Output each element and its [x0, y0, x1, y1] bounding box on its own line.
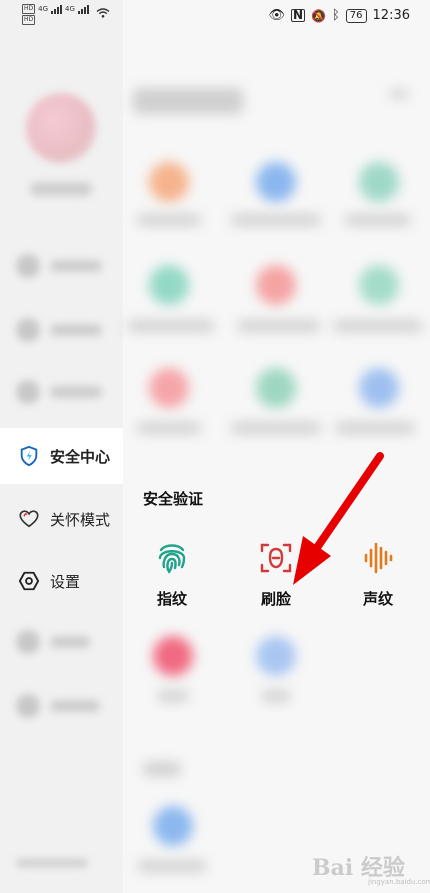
section-title: 安全验证	[143, 490, 204, 508]
grid-label-blurred	[237, 320, 321, 332]
main-panel: 安全验证 指纹 刷脸 声纹	[123, 0, 430, 893]
grid-icon-blurred[interactable]	[149, 265, 189, 305]
clock: 12:36	[372, 8, 410, 23]
network-type-1: 4G	[38, 5, 49, 13]
grid-icon-blurred[interactable]	[149, 368, 189, 408]
sidebar-item-security-center[interactable]: 安全中心	[0, 428, 123, 484]
grid-label-blurred	[231, 422, 321, 434]
grid-label-blurred	[137, 422, 201, 434]
face-scan-icon	[260, 543, 292, 573]
grid-icon-blurred[interactable]	[256, 162, 296, 202]
more-icon[interactable]	[389, 90, 409, 98]
sidebar-item-blurred[interactable]	[16, 318, 102, 342]
grid-label-blurred	[335, 422, 415, 434]
sidebar-item-blurred[interactable]	[16, 254, 102, 278]
sidebar-item-label: 安全中心	[50, 447, 111, 466]
grid-label-blurred	[157, 690, 189, 702]
avatar[interactable]	[26, 93, 96, 163]
bluetooth-icon: ᛒ	[331, 8, 340, 23]
grid-icon-blurred[interactable]	[359, 368, 399, 408]
sidebar-item-care-mode[interactable]: 关怀模式	[0, 491, 123, 547]
grid-label-blurred	[333, 320, 423, 332]
signal-bars-1-icon	[51, 4, 63, 14]
grid-icon-blurred[interactable]	[359, 162, 399, 202]
grid-label-blurred	[261, 690, 291, 702]
grid-label-blurred	[231, 214, 321, 226]
hd-badge-2: HD	[22, 15, 36, 25]
shield-icon	[20, 445, 38, 467]
watermark-url: jingyan.baidu.com	[368, 878, 430, 886]
fingerprint-label: 指纹	[156, 590, 187, 608]
sidebar-footer-blurred	[16, 856, 88, 870]
grid-label-blurred	[345, 214, 411, 226]
sidebar-item-blurred[interactable]	[16, 694, 100, 718]
sidebar-item-settings[interactable]: 设置	[0, 553, 123, 609]
voiceprint-button[interactable]: 声纹	[343, 538, 413, 609]
grid-icon-blurred[interactable]	[153, 806, 193, 846]
hexagon-gear-icon	[18, 571, 40, 591]
fingerprint-icon	[158, 544, 186, 574]
heart-icon	[19, 510, 39, 528]
page-title-blurred	[133, 88, 243, 114]
hd-badge-1: HD	[22, 4, 36, 14]
eye-icon: 👁	[268, 8, 285, 23]
grid-icon-blurred[interactable]	[256, 636, 296, 676]
voiceprint-label: 声纹	[362, 590, 393, 608]
signal-indicators: HD 4G 4G HD	[22, 4, 89, 25]
signal-bars-2-icon	[77, 4, 89, 14]
fingerprint-button[interactable]: 指纹	[137, 538, 207, 609]
sidebar-item-blurred[interactable]	[16, 380, 102, 404]
grid-label-blurred	[127, 320, 215, 332]
status-right: 👁 N 🔕 ᛒ 76 12:36	[268, 8, 410, 23]
status-bar: HD 4G 4G HD 👁 N 🔕 ᛒ 76 12:36	[0, 0, 430, 34]
grid-icon-blurred[interactable]	[256, 265, 296, 305]
network-type-2: 4G	[65, 5, 75, 13]
grid-icon-blurred[interactable]	[256, 368, 296, 408]
wifi-icon	[96, 8, 110, 18]
grid-label-blurred	[137, 214, 201, 226]
face-scan-button[interactable]: 刷脸	[241, 538, 311, 609]
section-title-blurred	[143, 762, 181, 776]
sidebar: 安全中心 关怀模式 设置	[0, 0, 123, 893]
grid-icon-blurred[interactable]	[149, 162, 189, 202]
sidebar-item-label: 关怀模式	[50, 510, 111, 529]
sidebar-item-label: 设置	[50, 572, 81, 591]
silent-icon: 🔕	[311, 8, 326, 23]
battery-indicator: 76	[345, 8, 367, 23]
username-blurred	[30, 182, 92, 196]
grid-label-blurred	[137, 860, 207, 872]
voiceprint-icon	[364, 542, 393, 574]
grid-icon-blurred[interactable]	[153, 636, 193, 676]
sidebar-item-blurred[interactable]	[16, 630, 90, 654]
face-scan-label: 刷脸	[260, 590, 291, 608]
nfc-icon: N	[290, 8, 306, 22]
grid-icon-blurred[interactable]	[359, 265, 399, 305]
